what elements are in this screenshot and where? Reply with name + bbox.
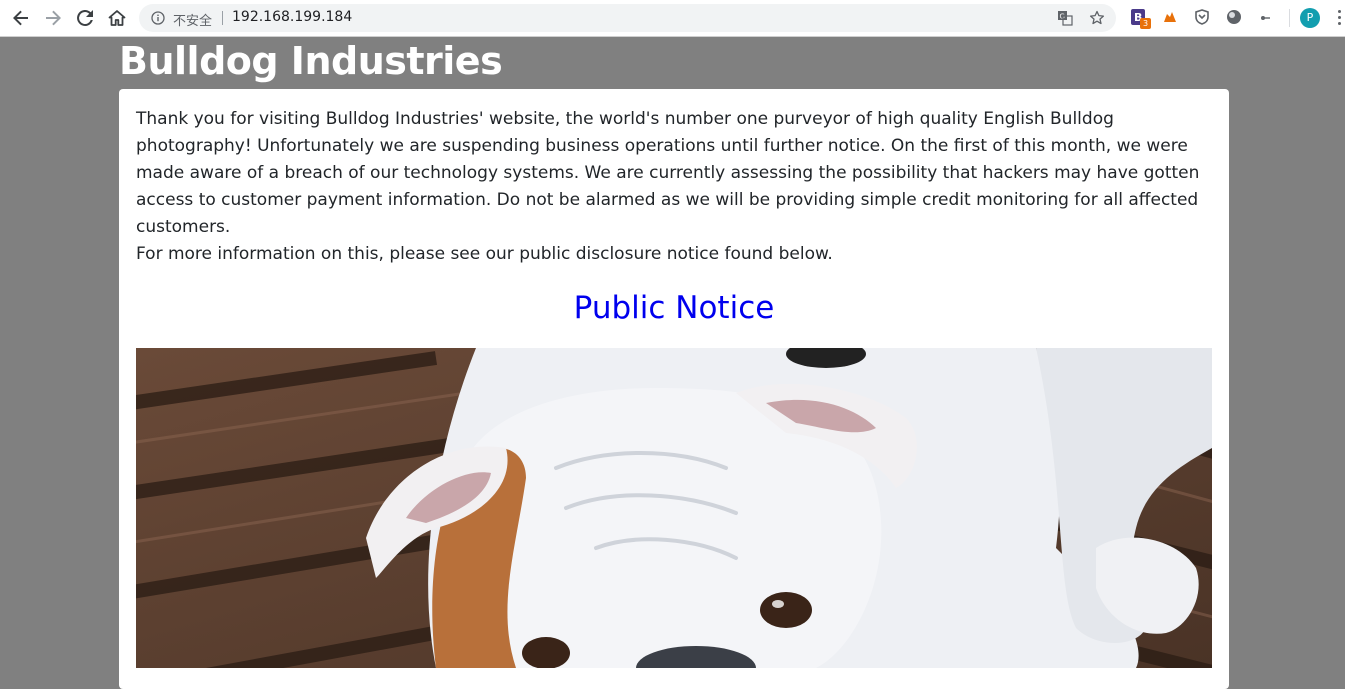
- extension-fox-icon[interactable]: [1162, 9, 1180, 27]
- translate-icon[interactable]: G: [1057, 10, 1073, 26]
- more-info-paragraph: For more information on this, please see…: [136, 244, 833, 264]
- extension-shield-icon[interactable]: [1194, 9, 1212, 27]
- star-icon[interactable]: [1089, 10, 1105, 26]
- extension-b-icon[interactable]: B 3: [1131, 9, 1151, 29]
- back-arrow-icon[interactable]: [10, 7, 32, 29]
- info-icon[interactable]: [151, 11, 165, 25]
- reload-icon[interactable]: [74, 7, 96, 29]
- content-card: Thank you for visiting Bulldog Industrie…: [119, 89, 1229, 689]
- toolbar-separator: [1289, 9, 1290, 27]
- bulldog-photo: [136, 348, 1212, 668]
- public-notice-link[interactable]: Public Notice: [119, 288, 1229, 328]
- browser-toolbar: 不安全 192.168.199.184 G B 3 P: [0, 0, 1345, 37]
- omnibox-divider: [222, 11, 223, 25]
- security-label[interactable]: 不安全: [173, 10, 212, 29]
- bulldog-image: [136, 348, 1212, 668]
- forward-arrow-icon[interactable]: [42, 7, 64, 29]
- extension-key-icon[interactable]: [1258, 9, 1276, 27]
- home-icon[interactable]: [106, 7, 128, 29]
- extension-badge: 3: [1140, 18, 1151, 29]
- profile-avatar[interactable]: P: [1300, 8, 1320, 28]
- intro-paragraph: Thank you for visiting Bulldog Industrie…: [136, 109, 1200, 237]
- url-text[interactable]: 192.168.199.184: [232, 9, 352, 25]
- address-bar[interactable]: 不安全 192.168.199.184 G: [139, 4, 1116, 32]
- site-title: Bulldog Industries: [119, 39, 503, 83]
- extension-globe-icon[interactable]: [1226, 9, 1244, 27]
- more-vert-icon[interactable]: [1338, 10, 1342, 26]
